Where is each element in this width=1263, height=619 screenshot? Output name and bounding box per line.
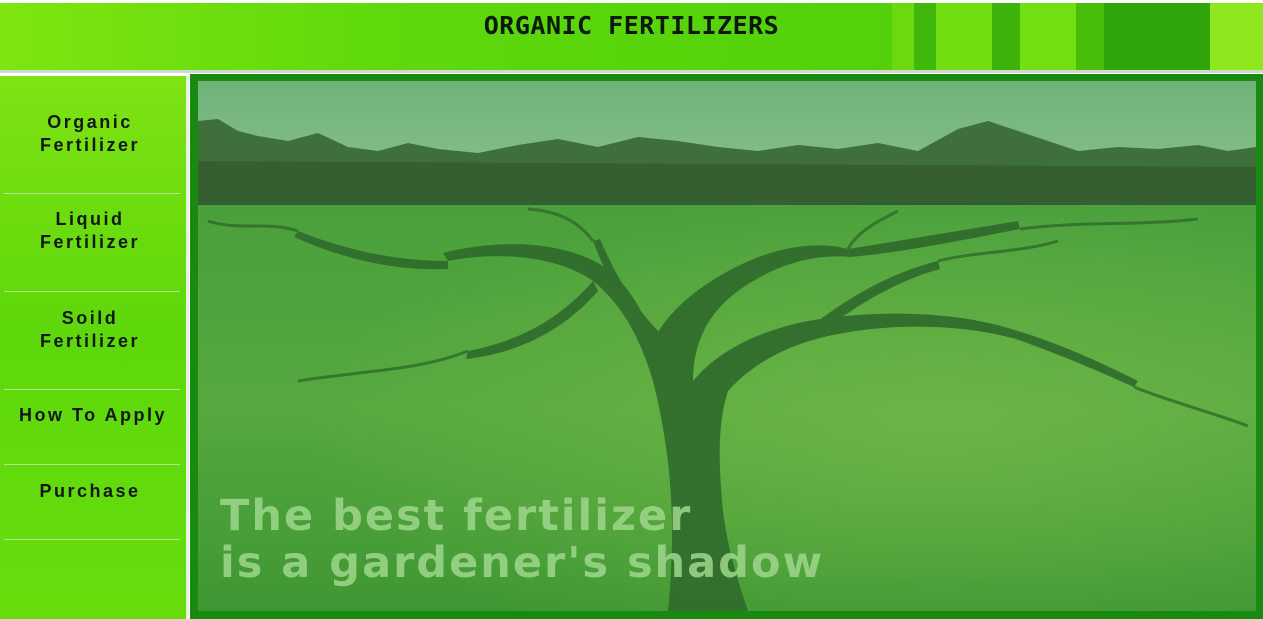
sidebar-item-soild-fertilizer[interactable]: Soild Fertilizer bbox=[0, 293, 180, 366]
hero-image: The best fertilizer is a gardener's shad… bbox=[198, 81, 1256, 611]
page-title: ORGANIC FERTILIZERS bbox=[483, 11, 780, 40]
sidebar-item-liquid-fertilizer[interactable]: Liquid Fertilizer bbox=[0, 194, 180, 267]
sidebar-border bbox=[186, 76, 189, 619]
header-banner: ORGANIC FERTILIZERS bbox=[0, 3, 1263, 70]
sidebar-item-label: Liquid Fertilizer bbox=[39, 208, 141, 252]
nav-divider bbox=[4, 464, 180, 465]
nav-divider bbox=[4, 291, 180, 292]
hero-quote-line: is a gardener's shadow bbox=[220, 538, 825, 588]
page: ORGANIC FERTILIZERS Organic Fertilizer L… bbox=[0, 0, 1263, 619]
sidebar-item-label: Soild Fertilizer bbox=[39, 307, 141, 351]
header-divider bbox=[0, 70, 1263, 73]
sidebar-item-how-to-apply[interactable]: How To Apply bbox=[0, 390, 186, 440]
hero-quote: The best fertilizer is a gardener's shad… bbox=[220, 493, 824, 587]
sidebar-item-purchase[interactable]: Purchase bbox=[0, 466, 180, 516]
sidebar-item-label: How To Apply bbox=[19, 404, 167, 425]
nav-divider bbox=[4, 539, 180, 540]
sidebar-item-label: Organic Fertilizer bbox=[39, 112, 141, 155]
hero-quote-line: The best fertilizer bbox=[220, 491, 693, 541]
sidebar-item-label: Purchase bbox=[39, 480, 141, 501]
sidebar-item-organic-fertilizer[interactable]: Organic Fertilizer bbox=[0, 98, 180, 170]
sidebar-nav: Organic Fertilizer Liquid Fertilizer Soi… bbox=[0, 76, 186, 619]
